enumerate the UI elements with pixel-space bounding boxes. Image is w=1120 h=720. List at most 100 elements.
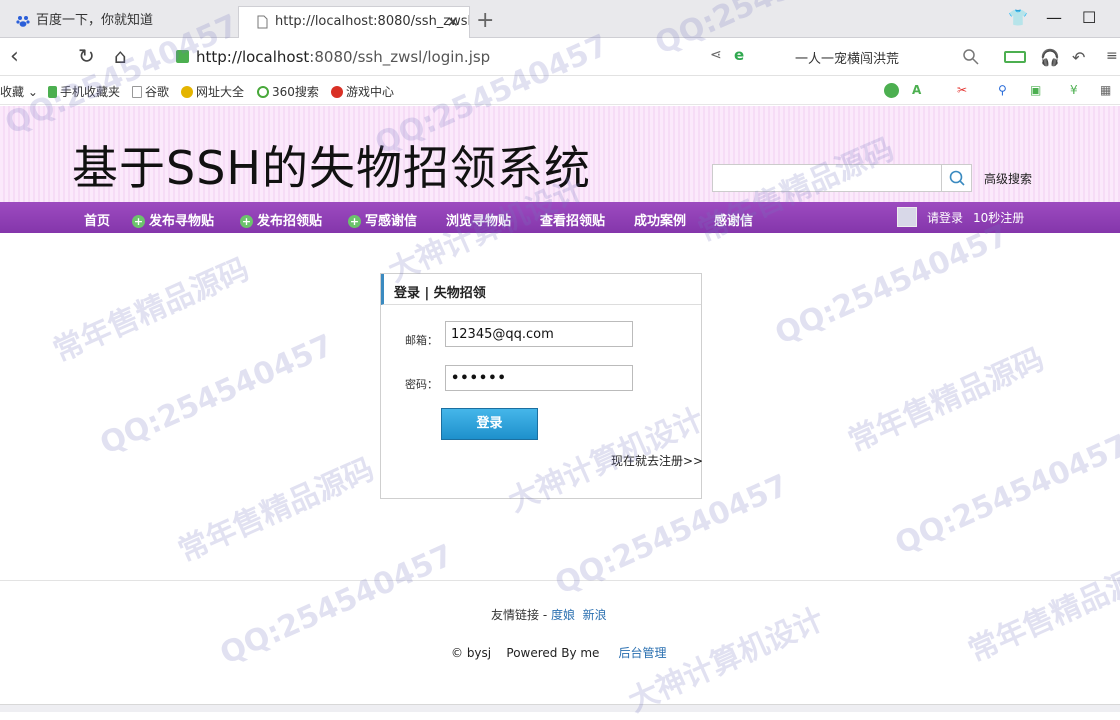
undo-icon[interactable]: ↶ bbox=[1072, 48, 1090, 67]
nav-home[interactable]: 首页 bbox=[84, 210, 110, 229]
nav-view-found[interactable]: 查看招领贴 bbox=[540, 210, 605, 229]
nav-post-lost[interactable]: + 发布寻物贴 bbox=[132, 210, 214, 229]
nav-label: 查看招领贴 bbox=[540, 214, 606, 229]
email-field[interactable] bbox=[445, 321, 633, 347]
site-title: 基于SSH的失物招领系统 bbox=[72, 141, 591, 195]
secure-icon bbox=[176, 50, 189, 63]
login-panel-header: 登录 | 失物招领 bbox=[381, 274, 701, 305]
scissors-icon[interactable]: ✂ bbox=[957, 83, 967, 97]
translate-icon[interactable]: A bbox=[912, 83, 921, 97]
battery-icon[interactable] bbox=[1004, 51, 1026, 63]
password-field[interactable] bbox=[445, 365, 633, 391]
login-link[interactable]: 请登录 bbox=[927, 209, 963, 226]
gamepad-icon[interactable]: ▣ bbox=[1030, 83, 1041, 97]
search-suggestion[interactable]: 一人一宠横闯洪荒 bbox=[795, 48, 899, 67]
reload-icon[interactable]: ↻ bbox=[78, 44, 95, 68]
link-sina[interactable]: 新浪 bbox=[583, 608, 607, 622]
magnifier-icon[interactable]: ⚲ bbox=[998, 83, 1007, 97]
bookmark-hao[interactable]: 网址大全 bbox=[181, 83, 244, 100]
game-icon bbox=[331, 86, 343, 98]
maximize-icon[interactable]: ☐ bbox=[1082, 8, 1096, 27]
friend-links: 友情链接 - 度娘 新浪 bbox=[491, 606, 607, 623]
bookmark-google[interactable]: 谷歌 bbox=[132, 83, 169, 100]
nav-label: 感谢信 bbox=[714, 214, 754, 229]
nav-success-cases[interactable]: 成功案例 bbox=[634, 210, 686, 229]
bookmark-label: 谷歌 bbox=[145, 85, 170, 99]
nav-label: 成功案例 bbox=[634, 214, 687, 229]
nav-label: 发布寻物贴 bbox=[149, 214, 215, 229]
nav-write-thanks[interactable]: + 写感谢信 bbox=[348, 210, 417, 229]
url-path: :8080/ssh_zwsl/login.jsp bbox=[309, 48, 491, 66]
nav-thanks-letters[interactable]: 感谢信 bbox=[714, 210, 753, 229]
skin-icon[interactable]: 👕 bbox=[1008, 8, 1028, 27]
nav-browse-lost[interactable]: 浏览寻物贴 bbox=[446, 210, 511, 229]
plus-icon: + bbox=[348, 215, 361, 228]
watermark: 常年售精品源码 bbox=[843, 341, 1050, 460]
watermark: QQ:254540457 bbox=[215, 537, 459, 672]
nav-post-found[interactable]: + 发布招领贴 bbox=[240, 210, 322, 229]
search-icon[interactable] bbox=[962, 48, 980, 66]
avatar bbox=[897, 207, 917, 227]
watermark: 常年售精品源码 bbox=[963, 551, 1120, 670]
grid-icon[interactable]: ▦ bbox=[1100, 83, 1111, 97]
wechat-dot bbox=[884, 83, 899, 98]
bookmark-360[interactable]: 360搜索 bbox=[257, 83, 319, 100]
share-icon[interactable]: ⋖ bbox=[710, 47, 728, 65]
browser-status-bar bbox=[0, 704, 1120, 712]
site-search-input[interactable] bbox=[712, 164, 942, 192]
back-icon[interactable]: ‹ bbox=[10, 44, 19, 69]
yen-icon[interactable]: ¥ bbox=[1070, 83, 1078, 97]
friend-links-label: 友情链接 - bbox=[491, 608, 548, 622]
login-panel-title: 登录 | 失物招领 bbox=[394, 286, 486, 301]
page-icon bbox=[132, 86, 142, 98]
footer-credits: © bysj Powered By me 后台管理 bbox=[451, 644, 667, 661]
new-tab-icon[interactable]: + bbox=[476, 8, 494, 33]
browser-tab-strip: 百度一下，你就知道 http://localhost:8080/ssh_zwsl… bbox=[0, 0, 1120, 38]
bookmark-games[interactable]: 游戏中心 bbox=[331, 83, 394, 100]
register-now-link[interactable]: 现在就去注册>> bbox=[611, 452, 703, 469]
plus-icon: + bbox=[240, 215, 253, 228]
watermark: 常年售精品源码 bbox=[173, 451, 380, 570]
home-icon[interactable]: ⌂ bbox=[114, 44, 127, 68]
bookmark-mobile[interactable]: 手机收藏夹 bbox=[48, 83, 120, 100]
bookmark-favorites[interactable]: 收藏 ⌄ bbox=[0, 83, 38, 100]
bookmark-label: 网址大全 bbox=[196, 85, 245, 99]
wechat-icon[interactable] bbox=[884, 83, 902, 99]
copyright: © bysj bbox=[451, 646, 492, 660]
plus-icon: + bbox=[132, 215, 145, 228]
admin-link[interactable]: 后台管理 bbox=[619, 646, 667, 660]
minimize-icon[interactable]: — bbox=[1046, 8, 1062, 27]
bookmark-label: 收藏 bbox=[0, 85, 25, 99]
link-duniang[interactable]: 度娘 bbox=[551, 608, 575, 622]
site-search-button[interactable] bbox=[941, 164, 972, 192]
close-tab-icon[interactable]: ✕ bbox=[446, 7, 459, 37]
address-bar: ‹ ↻ ⌂ http://localhost:8080/ssh_zwsl/log… bbox=[0, 38, 1120, 76]
watermark: 常年售精品源码 bbox=[48, 251, 255, 370]
site-header: 基于SSH的失物招领系统 高级搜索 bbox=[0, 106, 1120, 202]
ie-mode-icon[interactable]: e bbox=[734, 46, 752, 64]
tab-title: http://localhost:8080/ssh_zwsl bbox=[275, 14, 470, 29]
nav-label: 浏览寻物贴 bbox=[446, 214, 512, 229]
search360-icon bbox=[257, 86, 269, 98]
watermark: QQ:254540457 bbox=[770, 217, 1014, 352]
login-button[interactable]: 登录 bbox=[441, 408, 538, 440]
bookmarks-bar: 收藏 ⌄ 手机收藏夹 谷歌 网址大全 360搜索 游戏中心 A ✂ ⚲ ▣ ¥ … bbox=[0, 77, 1120, 105]
password-label: 密码： bbox=[405, 378, 438, 391]
menu-icon[interactable]: ≡ bbox=[1106, 48, 1120, 66]
search-icon bbox=[949, 170, 965, 186]
nav-label: 首页 bbox=[84, 214, 111, 229]
url-host: http://localhost bbox=[196, 48, 310, 66]
watermark: QQ:254540457 bbox=[890, 427, 1120, 562]
register-link[interactable]: 10秒注册 bbox=[973, 209, 1024, 226]
footer-divider bbox=[0, 580, 1120, 581]
powered-by: Powered By me bbox=[506, 646, 600, 660]
nav-label: 写感谢信 bbox=[365, 214, 418, 229]
advanced-search-link[interactable]: 高级搜索 bbox=[984, 170, 1032, 187]
bookmark-label: 手机收藏夹 bbox=[60, 85, 121, 99]
page-icon bbox=[257, 15, 268, 29]
tab-localhost[interactable]: http://localhost:8080/ssh_zwsl ✕ bbox=[238, 6, 470, 38]
url-field[interactable]: http://localhost:8080/ssh_zwsl/login.jsp bbox=[170, 46, 700, 68]
tab-baidu[interactable]: 百度一下，你就知道 bbox=[0, 6, 236, 38]
bookmark-label: 游戏中心 bbox=[346, 85, 395, 99]
headphone-icon[interactable]: 🎧 bbox=[1040, 48, 1060, 67]
